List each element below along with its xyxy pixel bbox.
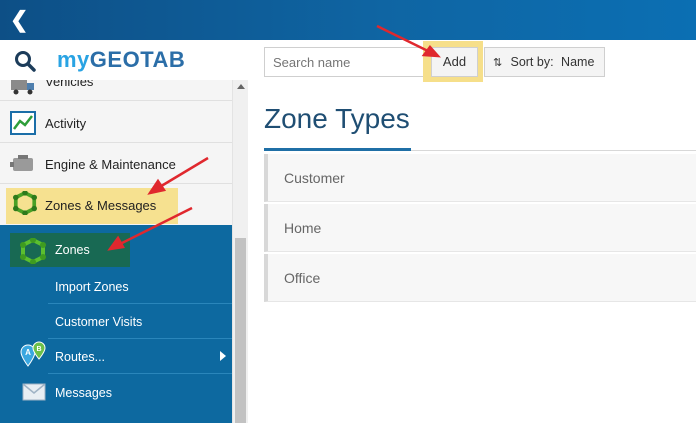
svg-text:B: B bbox=[36, 346, 41, 353]
sidebar-item-vehicles[interactable]: Vehicles bbox=[0, 80, 232, 101]
chevron-right-icon bbox=[220, 351, 226, 361]
route-pins-icon: A B bbox=[20, 341, 46, 367]
title-underline bbox=[264, 148, 411, 151]
submenu-item-zones[interactable]: Zones bbox=[0, 233, 232, 268]
submenu-item-label: Zones bbox=[55, 243, 90, 257]
sort-value: Name bbox=[561, 55, 595, 69]
list-item[interactable]: Office bbox=[264, 254, 696, 302]
sidebar-item-activity[interactable]: Activity bbox=[0, 102, 232, 143]
mygeotab-logo: myGEOTAB bbox=[57, 47, 185, 73]
sidebar-item-label: Activity bbox=[45, 116, 87, 131]
svg-text:A: A bbox=[25, 348, 31, 357]
main-panel: Add ⇅ Sort by: Name Zone Types Customer … bbox=[248, 40, 696, 423]
submenu-item-label: Routes... bbox=[55, 350, 106, 364]
sidebar-item-label: Engine & Maintenance bbox=[45, 157, 176, 172]
sidebar: myGEOTAB Vehicles Activity Engine & Main… bbox=[0, 40, 248, 423]
list-item-label: Home bbox=[284, 220, 322, 236]
logo-my: my bbox=[57, 47, 90, 72]
scroll-thumb[interactable] bbox=[235, 238, 246, 423]
envelope-icon bbox=[22, 383, 46, 401]
submenu-item-import-zones[interactable]: Import Zones bbox=[0, 269, 232, 304]
page-title: Zone Types bbox=[264, 103, 410, 134]
sort-icon: ⇅ bbox=[493, 57, 503, 69]
zone-polygon-icon bbox=[13, 191, 37, 215]
logo-geotab: GEOTAB bbox=[89, 47, 186, 72]
brand-row: myGEOTAB bbox=[0, 40, 248, 80]
sidebar-scrollbar[interactable] bbox=[232, 80, 248, 423]
sidebar-item-label: Zones & Messages bbox=[45, 198, 157, 213]
submenu-item-label: Messages bbox=[55, 386, 112, 400]
engine-icon bbox=[10, 155, 33, 171]
sidebar-item-zones-messages[interactable]: Zones & Messages bbox=[0, 184, 232, 225]
sidebar-item-label: Vehicles bbox=[45, 80, 94, 89]
list-item-label: Office bbox=[284, 270, 321, 286]
list-item[interactable]: Customer bbox=[264, 154, 696, 202]
back-icon[interactable]: ❮ bbox=[10, 8, 32, 32]
scroll-up-arrow-icon[interactable] bbox=[237, 84, 245, 89]
search-input[interactable] bbox=[264, 47, 424, 77]
divider bbox=[48, 373, 232, 374]
top-bar: ❮ bbox=[0, 0, 696, 40]
zone-polygon-icon bbox=[20, 238, 46, 264]
list-item-label: Customer bbox=[284, 170, 345, 186]
sort-prefix: Sort by: bbox=[510, 55, 554, 69]
submenu-item-messages[interactable]: Messages bbox=[0, 375, 232, 410]
add-button[interactable]: Add bbox=[431, 47, 478, 77]
activity-chart-icon bbox=[10, 111, 36, 135]
submenu-item-routes[interactable]: A B Routes... bbox=[0, 339, 232, 374]
sidebar-item-engine-maintenance[interactable]: Engine & Maintenance bbox=[0, 143, 232, 184]
sort-button[interactable]: ⇅ Sort by: Name bbox=[484, 47, 605, 77]
truck-icon bbox=[11, 80, 34, 95]
submenu-item-label: Import Zones bbox=[55, 280, 129, 294]
submenu-item-label: Customer Visits bbox=[55, 315, 143, 329]
submenu-item-customer-visits[interactable]: Customer Visits bbox=[0, 304, 232, 339]
toolbar: Add ⇅ Sort by: Name bbox=[248, 40, 696, 90]
zones-submenu: Zones Import Zones Customer Visits A B R… bbox=[0, 225, 232, 423]
search-icon[interactable] bbox=[14, 50, 36, 72]
list-item[interactable]: Home bbox=[264, 204, 696, 252]
